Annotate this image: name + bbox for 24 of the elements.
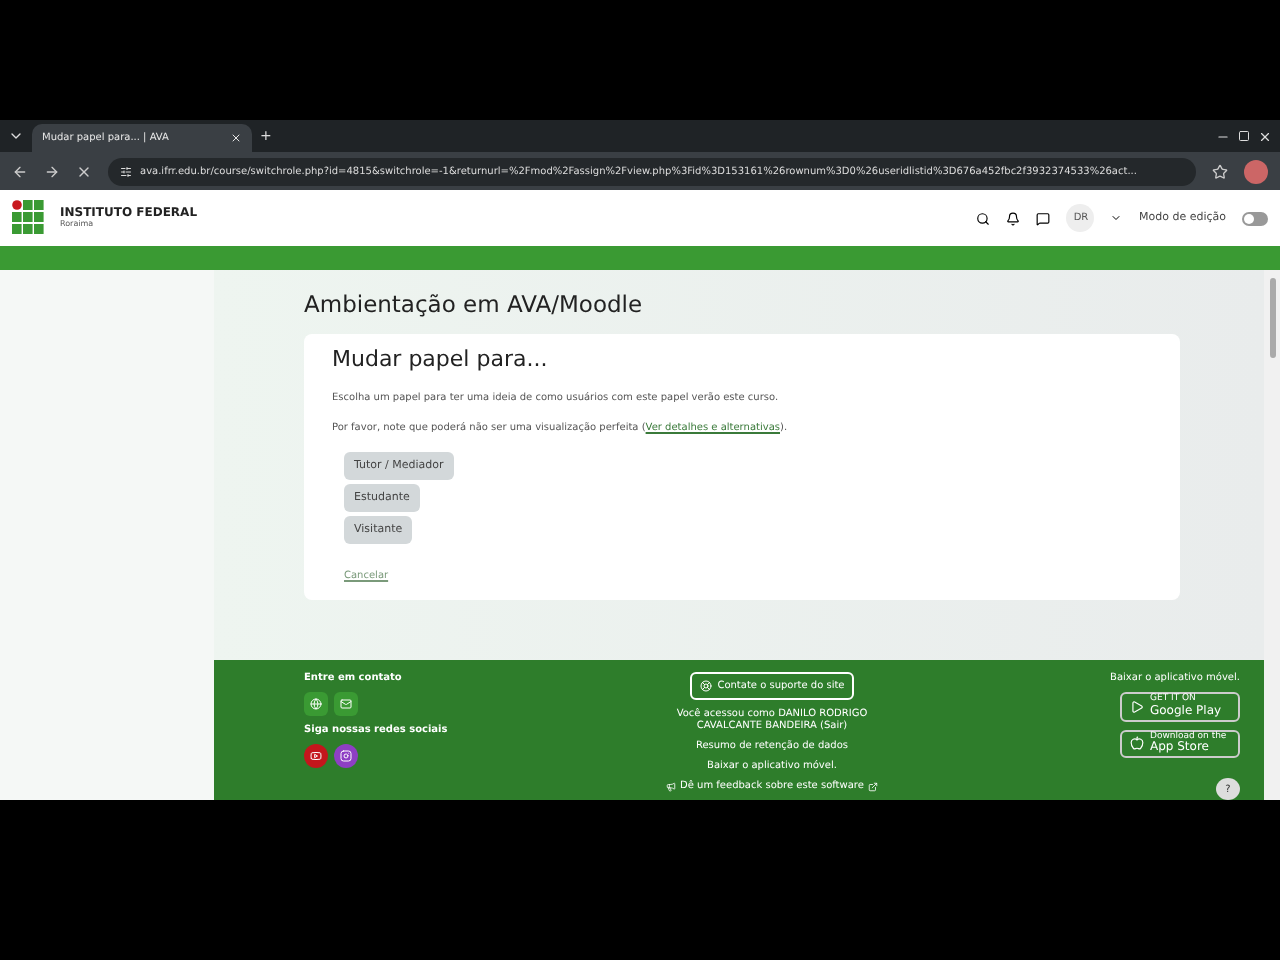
bell-icon[interactable] bbox=[1006, 211, 1021, 225]
camera-icon[interactable] bbox=[334, 744, 358, 768]
forward-icon[interactable] bbox=[44, 163, 60, 179]
card-title: Mudar papel para... bbox=[332, 346, 550, 372]
logo-icon bbox=[12, 200, 44, 236]
chat-icon[interactable] bbox=[1036, 211, 1051, 225]
mail-icon[interactable] bbox=[334, 692, 358, 716]
bookmark-icon[interactable] bbox=[1212, 163, 1228, 179]
back-icon[interactable] bbox=[12, 163, 28, 179]
maximize-icon[interactable] bbox=[1238, 130, 1250, 142]
close-icon[interactable] bbox=[230, 132, 242, 144]
scrollbar-thumb[interactable] bbox=[1269, 278, 1275, 358]
close-icon[interactable] bbox=[1258, 129, 1272, 143]
course-title: Ambientação em AVA/Moodle bbox=[304, 290, 645, 318]
lifebuoy-icon bbox=[699, 680, 712, 692]
edit-mode-toggle[interactable] bbox=[1242, 211, 1268, 225]
globe-icon[interactable] bbox=[304, 692, 328, 716]
video-icon[interactable] bbox=[304, 744, 328, 768]
tab-list-icon[interactable] bbox=[8, 128, 24, 144]
stop-icon[interactable] bbox=[76, 163, 92, 179]
caret-icon[interactable] bbox=[1110, 212, 1123, 224]
search-icon[interactable] bbox=[976, 211, 991, 225]
megaphone-icon bbox=[666, 781, 677, 791]
external-link-icon bbox=[867, 781, 878, 791]
